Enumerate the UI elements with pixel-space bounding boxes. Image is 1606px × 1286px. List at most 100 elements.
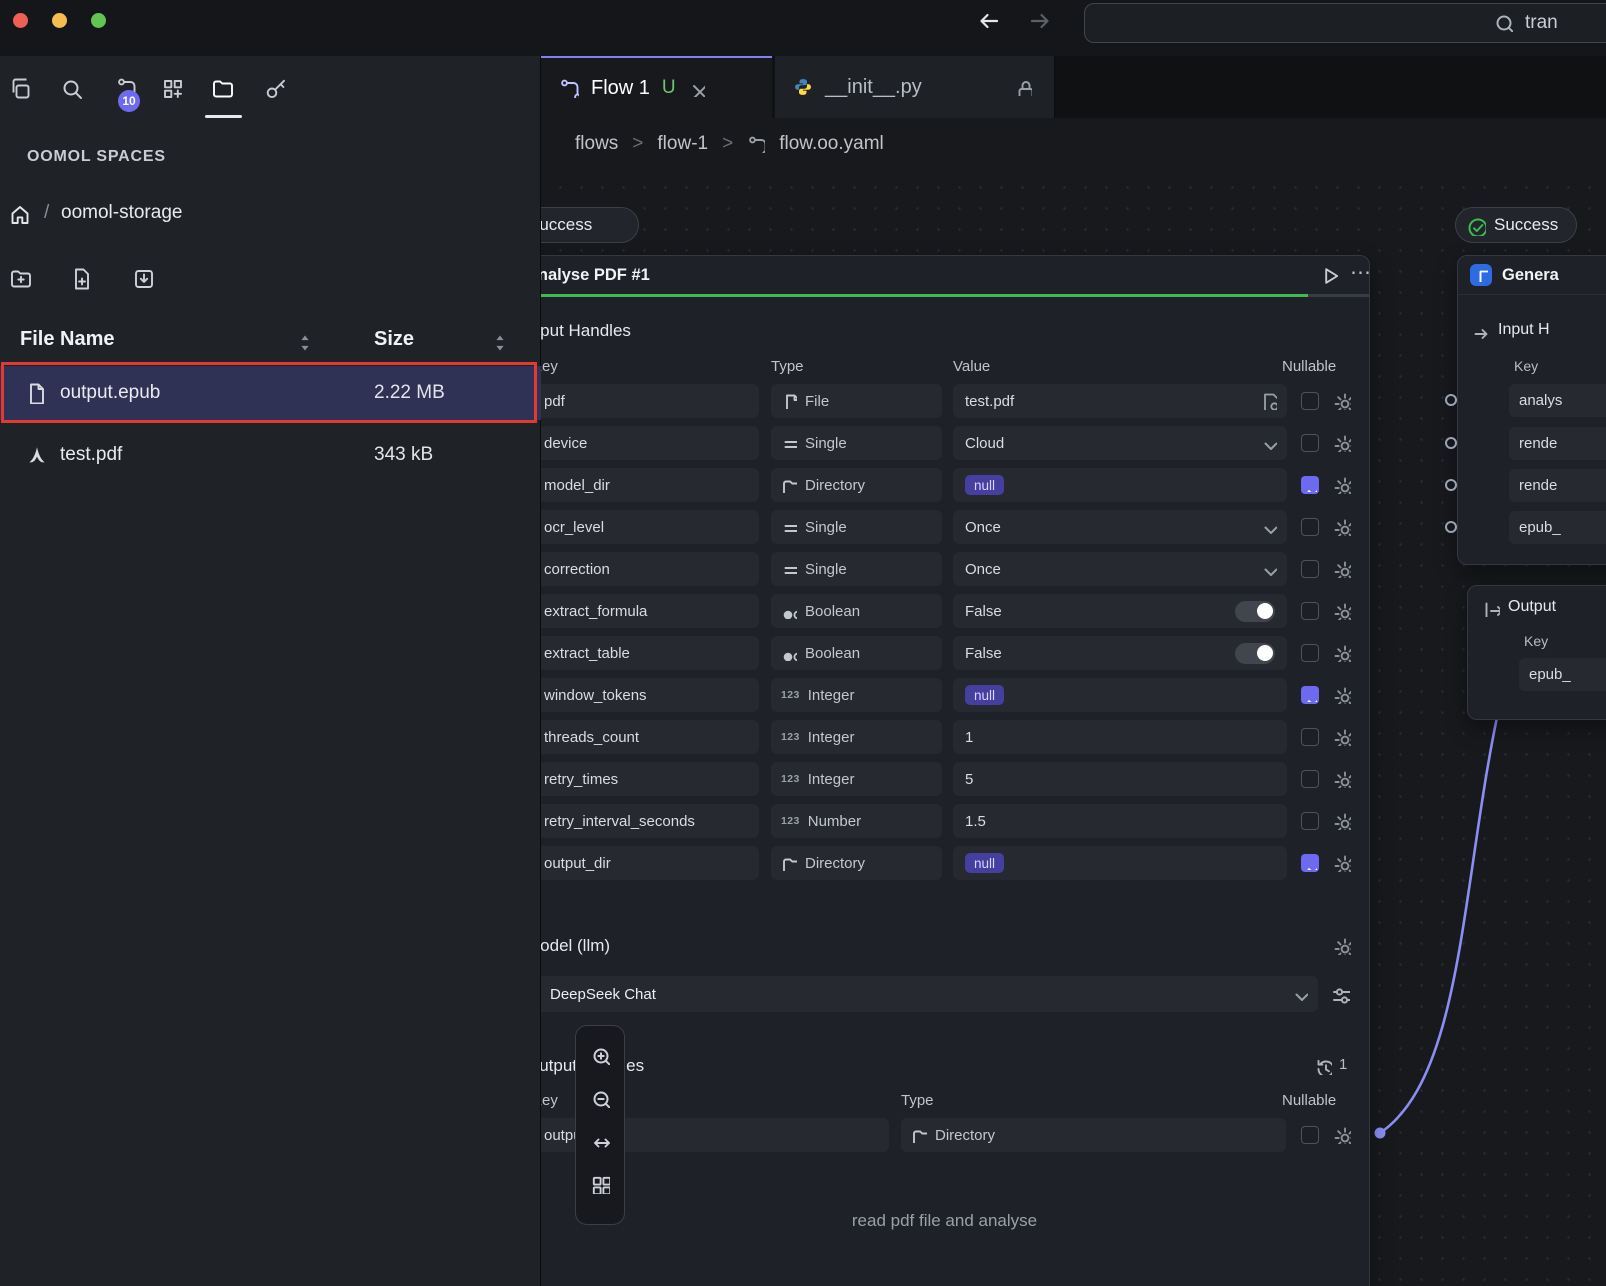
key-field[interactable]: correction [541,552,759,586]
zoom-out-button[interactable] [581,1078,619,1118]
key-field[interactable]: retry_times [541,762,759,796]
more-options-icon[interactable]: ⋯ [1350,260,1371,285]
window-minimize-button[interactable] [52,13,67,28]
breadcrumb-flows[interactable]: flows [575,133,618,155]
input-field[interactable]: analys [1509,384,1606,417]
input-handle-dot[interactable] [1445,479,1457,491]
gear-icon[interactable] [1333,434,1351,452]
toggle-switch[interactable] [1235,601,1275,622]
nullable-checkbox[interactable] [1301,518,1319,536]
value-null[interactable]: null [953,678,1287,712]
nullable-checkbox[interactable] [1301,392,1319,410]
run-node-play-icon[interactable] [1318,264,1340,286]
file-name-header[interactable]: File Name [20,328,114,351]
value-select[interactable]: Once [953,510,1287,544]
value-select[interactable]: Once [953,552,1287,586]
output-field[interactable]: epub_ [1519,658,1606,691]
key-field[interactable]: window_tokens [541,678,759,712]
key-field[interactable]: ocr_level [541,510,759,544]
node-analyse-pdf[interactable]: Analyse PDF #1 ⋯ Input Handles Key Type … [541,255,1370,1286]
key-field[interactable]: pdf [541,384,759,418]
toggle-switch[interactable] [1235,643,1275,664]
input-handle-dot[interactable] [1445,521,1457,533]
key-field[interactable]: model_dir [541,468,759,502]
file-row-test-pdf[interactable]: test.pdf 343 kB [0,428,541,482]
nullable-checkbox[interactable] [1301,602,1319,620]
input-field[interactable]: epub_ [1509,511,1606,544]
nullable-checkbox[interactable] [1301,728,1319,746]
gear-icon[interactable] [1333,937,1351,955]
tab-flow-1[interactable]: Flow 1 U [541,56,772,118]
extensions-icon[interactable] [161,77,187,103]
gear-icon[interactable] [1333,392,1351,410]
global-search-input[interactable]: tran [1084,3,1606,43]
gear-icon[interactable] [1333,518,1351,536]
back-arrow-icon[interactable] [977,9,1003,35]
key-field[interactable]: extract_formula [541,594,759,628]
nullable-checkbox[interactable] [1301,644,1319,662]
key-icon[interactable] [264,77,290,103]
home-icon[interactable] [8,203,30,225]
path-segment[interactable]: oomol-storage [61,202,182,224]
forward-arrow-icon[interactable] [1028,9,1054,35]
key-field[interactable]: device [541,426,759,460]
gear-icon[interactable] [1333,770,1351,788]
layout-grid-button[interactable] [581,1164,619,1204]
value-null[interactable]: null [953,846,1287,880]
key-field[interactable]: output_dir [541,846,759,880]
gear-icon[interactable] [1333,854,1351,872]
value-input[interactable]: 1 [953,720,1287,754]
node-generate-outputs[interactable]: Output Key epub_ [1467,585,1606,720]
new-file-icon[interactable] [70,267,94,291]
nullable-checkbox[interactable] [1301,560,1319,578]
nullable-checkbox[interactable] [1301,434,1319,452]
gear-icon[interactable] [1333,476,1351,494]
key-field[interactable]: retry_interval_seconds [541,804,759,838]
gear-icon[interactable] [1333,560,1351,578]
flow-canvas[interactable]: Success Success Analyse PDF #1 ⋯ Input H… [541,170,1606,1286]
sort-name-icon[interactable] [293,331,313,351]
fit-width-button[interactable] [581,1121,619,1161]
file-search-icon[interactable] [1259,392,1277,410]
nullable-checkbox[interactable] [1301,770,1319,788]
breadcrumb-flow-1[interactable]: flow-1 [657,133,708,155]
value-input[interactable]: 5 [953,762,1287,796]
new-folder-icon[interactable] [9,267,33,291]
gear-icon[interactable] [1333,686,1351,704]
input-handle-dot[interactable] [1445,437,1457,449]
gear-icon[interactable] [1333,1126,1351,1144]
window-close-button[interactable] [13,13,28,28]
window-zoom-button[interactable] [91,13,106,28]
key-field[interactable]: threads_count [541,720,759,754]
breadcrumb-flow-oo-yaml[interactable]: flow.oo.yaml [779,133,884,155]
sliders-icon[interactable] [1330,984,1350,1004]
value-select[interactable]: Cloud [953,426,1287,460]
gear-icon[interactable] [1333,602,1351,620]
file-row-output-epub[interactable]: output.epub 2.22 MB [0,366,541,420]
import-file-icon[interactable] [132,267,156,291]
value-field-file[interactable]: test.pdf [953,384,1287,418]
storage-breadcrumb[interactable]: / oomol-storage [0,200,541,228]
value-null[interactable]: null [953,468,1287,502]
nullable-checkbox-checked[interactable] [1301,476,1319,494]
input-field[interactable]: rende [1509,427,1606,460]
gear-icon[interactable] [1333,812,1351,830]
search-icon[interactable] [60,77,86,103]
input-handle-dot[interactable] [1445,394,1457,406]
nullable-checkbox-checked[interactable] [1301,686,1319,704]
node-generate[interactable]: Genera Input H Key analys rende rende ep… [1457,255,1606,565]
nullable-checkbox[interactable] [1301,1126,1319,1144]
gear-icon[interactable] [1333,644,1351,662]
history-icon[interactable] [1314,1057,1332,1075]
size-header[interactable]: Size [374,328,414,351]
close-icon[interactable] [688,80,705,97]
tab-init-py[interactable]: __init__.py [775,56,1055,118]
folder-explorer-icon[interactable] [211,77,237,103]
value-input[interactable]: 1.5 [953,804,1287,838]
key-field[interactable]: extract_table [541,636,759,670]
nullable-checkbox-checked[interactable] [1301,854,1319,872]
zoom-in-button[interactable] [581,1035,619,1075]
input-field[interactable]: rende [1509,469,1606,502]
sort-size-icon[interactable] [488,331,508,351]
gear-icon[interactable] [1333,728,1351,746]
